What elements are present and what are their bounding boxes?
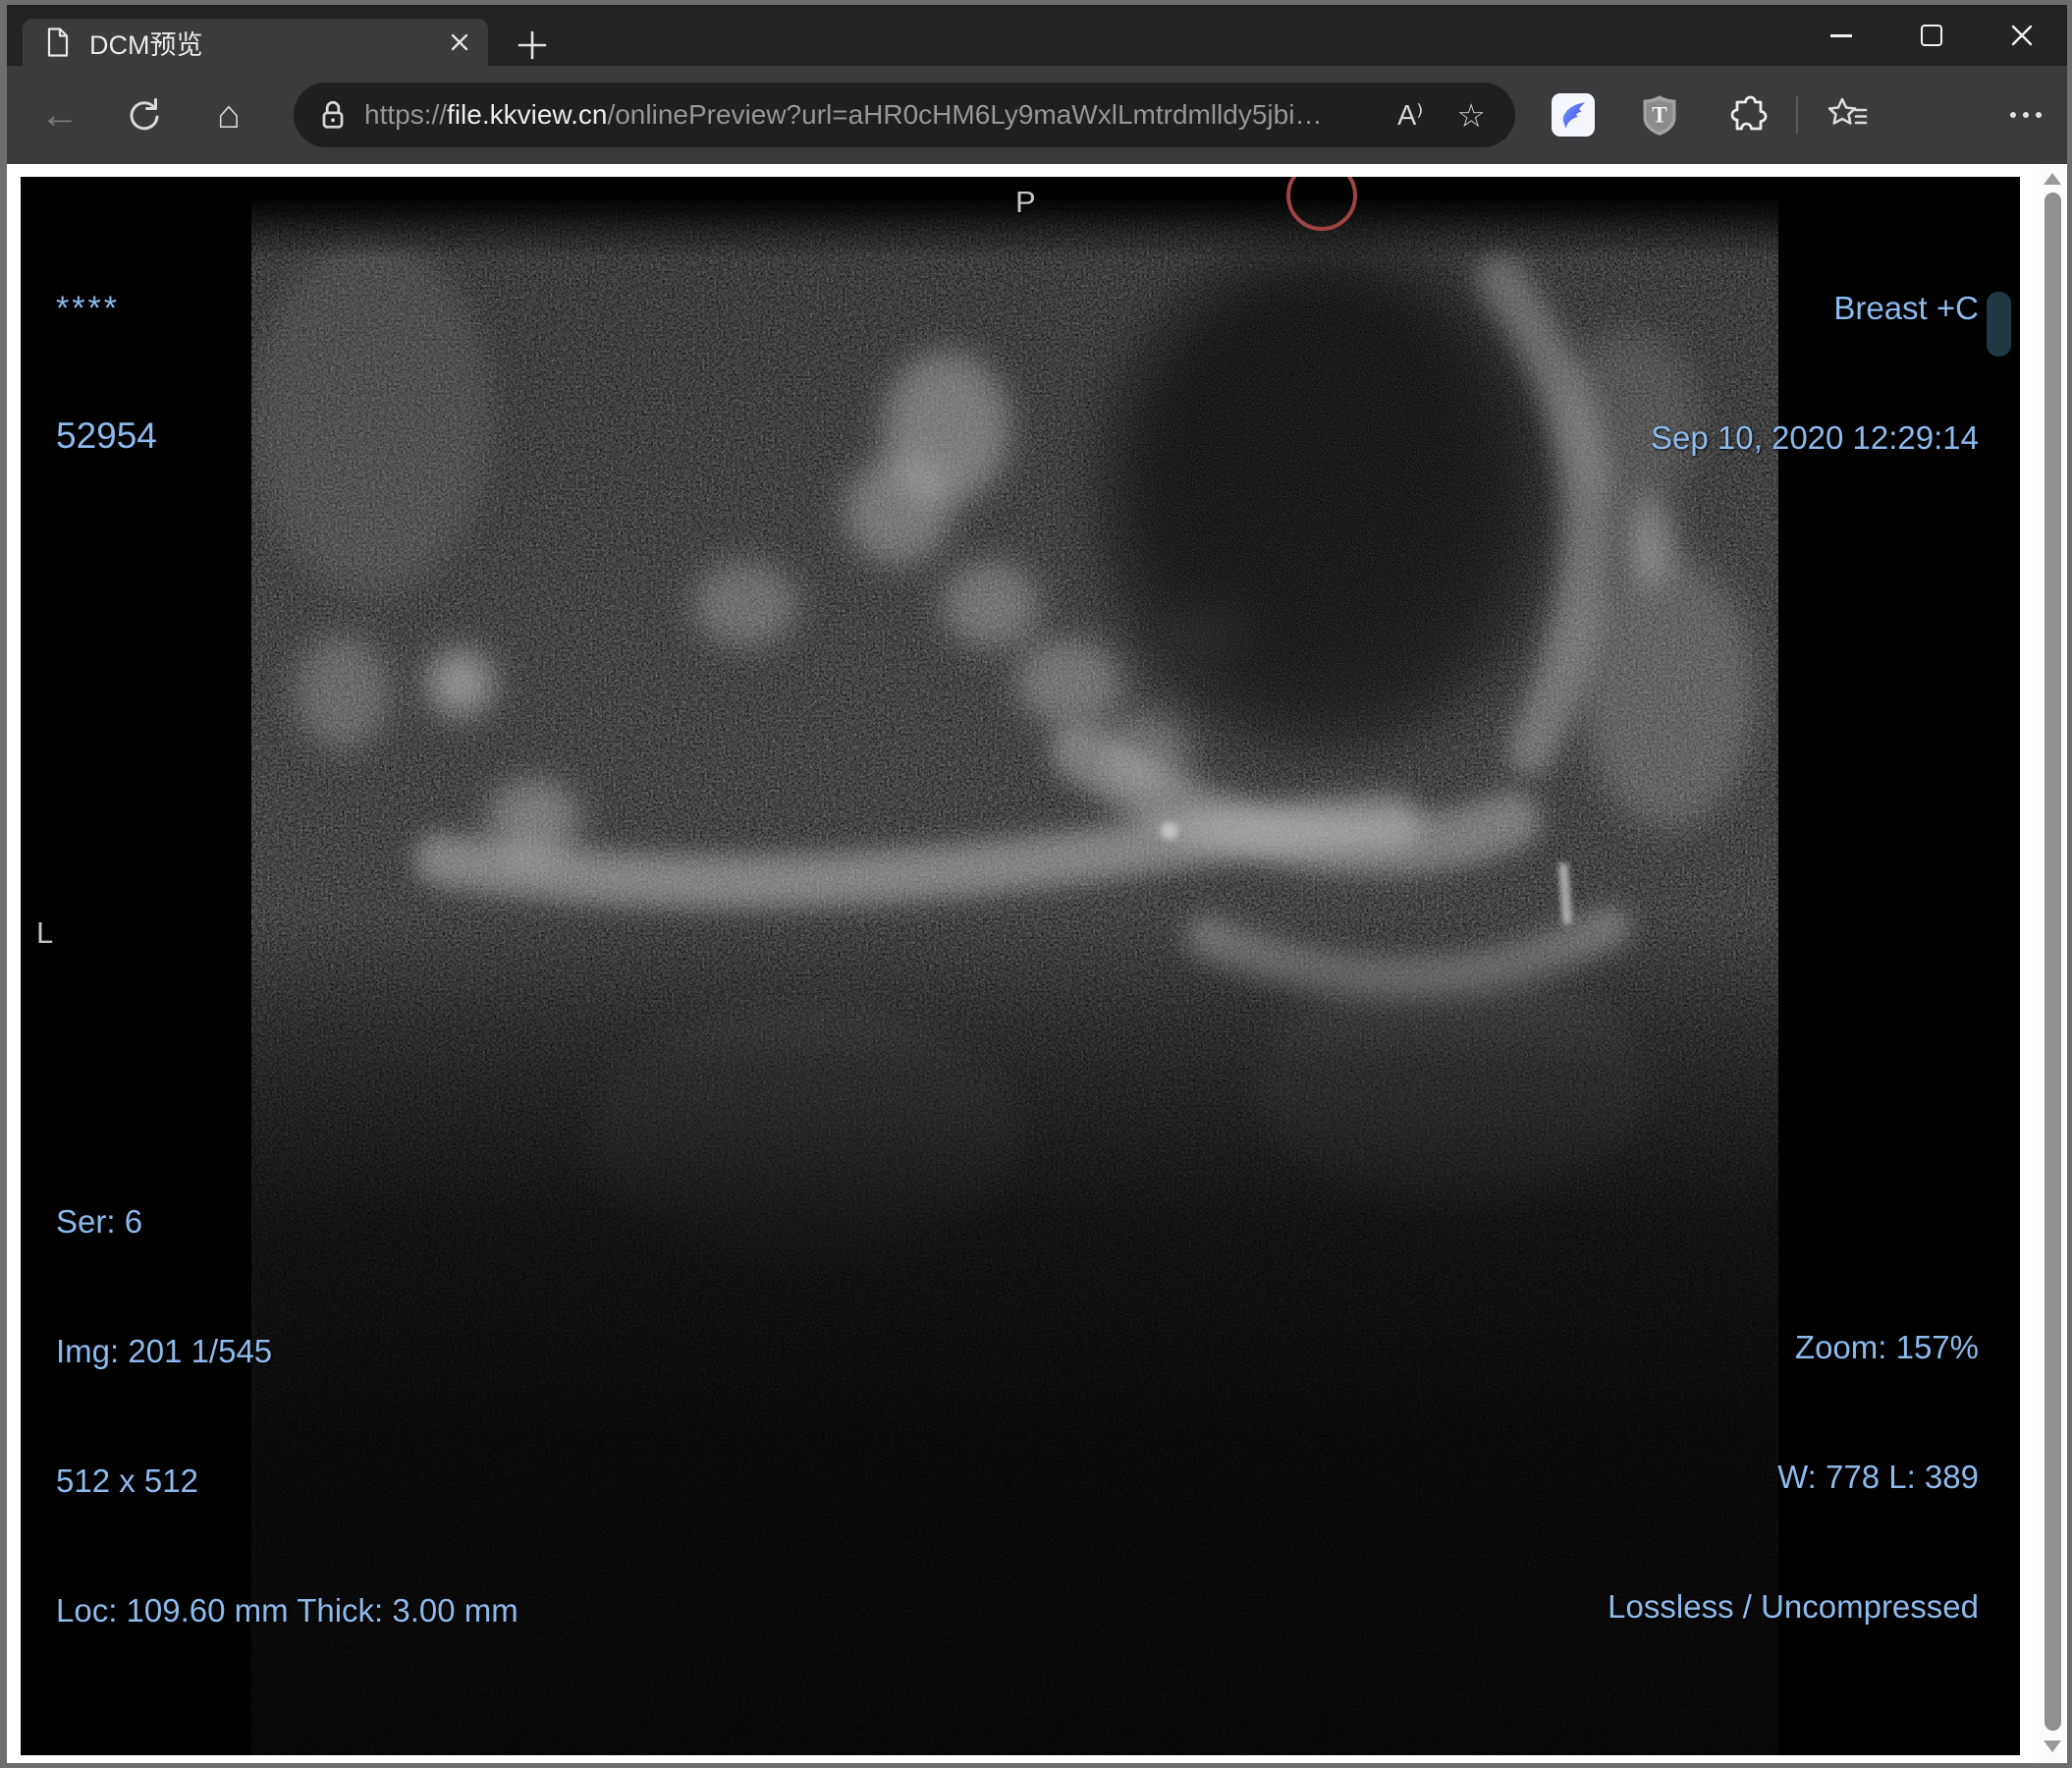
browser-window: DCM预览 ← ⌂ https://file.kkview.cn/onlineP… xyxy=(0,0,2072,1768)
collections-star-icon xyxy=(1827,97,1868,125)
new-tab-button[interactable] xyxy=(512,25,553,66)
window-controls xyxy=(1796,5,2067,66)
tab-dcm-preview[interactable]: DCM预览 xyxy=(23,19,488,66)
overlay-study-info: Breast +C Sep 10, 2020 12:29:14 xyxy=(1651,200,1979,546)
toolbar-extensions: T xyxy=(1530,66,2068,164)
study-datetime: Sep 10, 2020 12:29:14 xyxy=(1651,419,1979,456)
image-matrix: 512 x 512 xyxy=(56,1463,198,1499)
tampermonkey-extension-button[interactable]: T xyxy=(1616,93,1703,137)
url-host: file.kkview.cn xyxy=(447,99,608,130)
url-path: /onlinePreview?url=aHR0cHM6Ly9maWxlLmtrd… xyxy=(607,99,1323,130)
back-button[interactable]: ← xyxy=(28,83,91,146)
settings-menu-button[interactable] xyxy=(1984,112,2068,118)
close-icon xyxy=(2011,25,2033,46)
extensions-button[interactable] xyxy=(1703,93,1789,137)
minimize-button[interactable] xyxy=(1796,5,1886,66)
favorite-star-icon[interactable]: ☆ xyxy=(1456,96,1486,135)
image-number: Img: 201 1/545 xyxy=(56,1333,273,1369)
overlay-display-info: Zoom: 157% W: 778 L: 389 Lossless / Unco… xyxy=(1608,1240,1979,1715)
series-number: Ser: 6 xyxy=(56,1203,143,1240)
close-button[interactable] xyxy=(1977,5,2067,66)
dicom-viewer-canvas[interactable]: **** 52954 Breast +C Sep 10, 2020 12:29:… xyxy=(21,177,2020,1755)
compression-info: Lossless / Uncompressed xyxy=(1608,1588,1979,1625)
overlay-patient-info: **** 52954 xyxy=(56,202,157,544)
reload-button[interactable] xyxy=(113,83,176,146)
tampermonkey-shield-icon: T xyxy=(1643,95,1676,136)
toolbar-divider xyxy=(1789,96,1805,134)
back-icon: ← xyxy=(40,92,80,137)
scroll-up-arrow-icon[interactable] xyxy=(2044,173,2061,185)
page-scrollbar[interactable] xyxy=(2040,165,2066,1762)
titlebar: DCM预览 xyxy=(7,5,2067,66)
thunder-extension-button[interactable] xyxy=(1530,93,1616,137)
page-content: **** 52954 Breast +C Sep 10, 2020 12:29:… xyxy=(7,164,2067,1763)
tab-title: DCM预览 xyxy=(89,29,203,60)
page-scrollbar-thumb[interactable] xyxy=(2045,193,2061,1731)
url-scheme: https:// xyxy=(364,99,448,130)
reload-icon xyxy=(130,98,159,131)
more-options-icon xyxy=(2010,112,2016,118)
document-icon xyxy=(46,28,70,57)
svg-text:T: T xyxy=(1652,102,1667,128)
minimize-icon xyxy=(1830,33,1852,37)
maximize-button[interactable] xyxy=(1886,5,1977,66)
patient-id: 52954 xyxy=(56,415,157,456)
puzzle-icon xyxy=(1730,95,1768,131)
orientation-marker-posterior: P xyxy=(1015,185,1036,219)
overlay-series-info: Ser: 6 Img: 201 1/545 512 x 512 Loc: 109… xyxy=(56,1114,518,1719)
tab-close-icon[interactable] xyxy=(443,26,476,59)
address-bar[interactable]: https://file.kkview.cn/onlinePreview?url… xyxy=(294,83,1515,147)
home-button[interactable]: ⌂ xyxy=(197,83,260,146)
series-scrollbar-thumb[interactable] xyxy=(1987,292,2011,357)
home-icon: ⌂ xyxy=(216,92,242,137)
read-aloud-icon[interactable]: A⁾ xyxy=(1397,98,1423,133)
patient-name: **** xyxy=(56,290,120,327)
collections-button[interactable] xyxy=(1805,96,1891,134)
slice-location: Loc: 109.60 mm Thick: 3.00 mm xyxy=(56,1592,518,1629)
zoom-level: Zoom: 157% xyxy=(1794,1329,1979,1365)
orientation-marker-left: L xyxy=(36,915,54,950)
profile-avatar xyxy=(1912,89,1963,140)
study-description: Breast +C xyxy=(1833,290,1979,326)
toolbar: ← ⌂ https://file.kkview.cn/onlinePreview… xyxy=(7,66,2067,164)
lock-icon xyxy=(319,98,347,132)
thunder-extension-icon xyxy=(1552,93,1595,137)
maximize-icon xyxy=(1921,25,1942,46)
url-text[interactable]: https://file.kkview.cn/onlinePreview?url… xyxy=(364,99,1370,131)
scroll-down-arrow-icon[interactable] xyxy=(2044,1740,2061,1752)
profile-button[interactable] xyxy=(1891,89,1984,140)
window-level: W: 778 L: 389 xyxy=(1777,1459,1979,1495)
